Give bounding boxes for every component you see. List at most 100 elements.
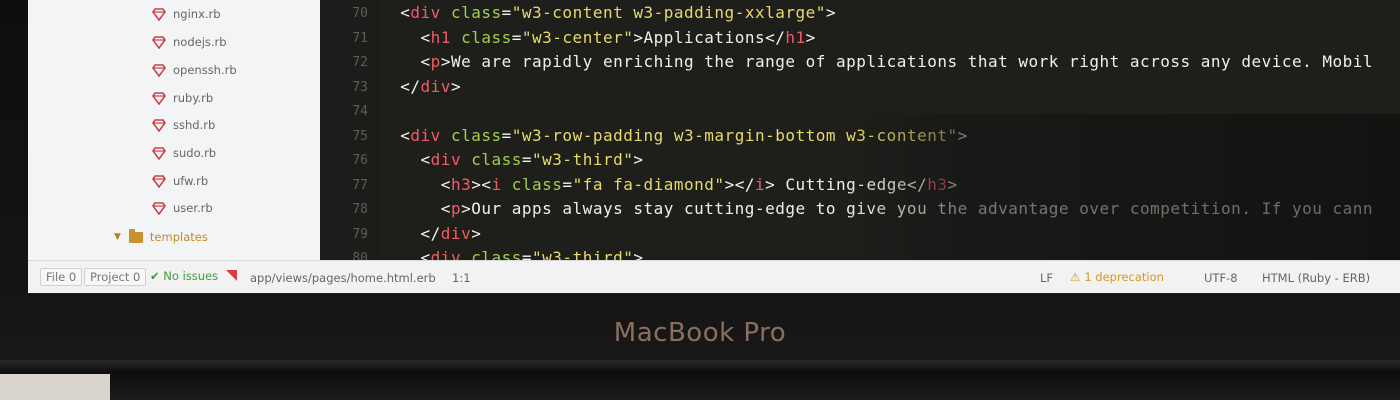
grammar-selector[interactable]: HTML (Ruby - ERB) xyxy=(1262,270,1370,286)
file-path[interactable]: app/views/pages/home.html.erb xyxy=(250,270,436,286)
desk-surface xyxy=(0,374,110,400)
code-token-punct: </ xyxy=(765,27,786,47)
tree-item-label: ruby.rb xyxy=(173,91,214,105)
tree-item-file[interactable]: ruby.rb xyxy=(152,87,213,109)
tree-item-file[interactable]: openssh.rb xyxy=(152,59,237,81)
tree-item-label: nodejs.rb xyxy=(173,35,227,49)
deprecation-status[interactable]: ⚠ 1 deprecation xyxy=(1070,269,1164,285)
code-token-attr: class xyxy=(471,150,522,169)
folder-icon xyxy=(128,228,143,243)
tree-item-file[interactable]: user.rb xyxy=(152,197,213,219)
code-token-punct xyxy=(441,126,451,145)
encoding[interactable]: UTF-8 xyxy=(1204,270,1238,286)
line-number: 73 xyxy=(352,79,368,95)
line-number: 72 xyxy=(352,55,368,70)
line-ending[interactable]: LF xyxy=(1040,270,1053,286)
code-token-punct: ></ xyxy=(724,174,755,194)
code-token-tag: div xyxy=(410,3,441,22)
line-number: 79 xyxy=(352,226,368,242)
code-token-tag: i xyxy=(491,174,502,194)
line-number: 78 xyxy=(352,202,368,217)
code-line[interactable]: <p>Our apps always stay cutting-edge to … xyxy=(380,199,1373,218)
code-token-text: Our apps always stay cutting-edge to giv… xyxy=(471,199,1374,218)
code-token-punct: = xyxy=(501,3,512,22)
code-token-punct: < xyxy=(420,27,431,47)
code-token-punct: > xyxy=(633,27,644,47)
code-token-str: "w3-third" xyxy=(532,248,634,260)
code-token-tag: h1 xyxy=(785,27,806,47)
code-editor[interactable]: <div class="w3-content w3-padding-xxlarg… xyxy=(380,0,1400,260)
code-token-punct xyxy=(502,175,512,194)
code-token-attr: class xyxy=(471,248,522,260)
code-token-punct: > xyxy=(450,76,462,96)
code-token-punct: < xyxy=(440,199,451,218)
code-token-punct: > xyxy=(957,125,968,145)
check-icon: ✔ xyxy=(150,269,164,283)
code-line[interactable]: <div class="w3-third"> xyxy=(380,248,644,260)
tree-item-file[interactable]: nodejs.rb xyxy=(152,31,227,53)
code-token-punct: < xyxy=(420,150,431,169)
code-token-punct xyxy=(461,248,471,260)
project-issues-button[interactable]: Project 0 xyxy=(84,268,147,286)
code-token-punct: < xyxy=(440,174,451,194)
code-token-tag: div xyxy=(420,76,451,96)
code-token-punct xyxy=(441,3,451,22)
code-line[interactable]: <div class="w3-third"> xyxy=(380,150,644,169)
line-number: 75 xyxy=(352,128,368,144)
code-token-str: "w3-center" xyxy=(521,27,634,47)
file-issues-button[interactable]: File 0 xyxy=(40,268,83,286)
code-token-punct: </ xyxy=(906,174,928,194)
code-token-tag: div xyxy=(430,248,462,260)
tree-item-label: sshd.rb xyxy=(173,118,216,132)
code-token-str: "w3-row-padding w3-margin-bottom w3-cont… xyxy=(511,125,958,145)
device-brand-label: MacBook Pro xyxy=(613,318,787,348)
code-token-punct: > xyxy=(765,174,786,194)
cursor-position[interactable]: 1:1 xyxy=(452,270,471,286)
tree-item-file[interactable]: nginx.rb xyxy=(152,3,221,25)
code-line[interactable]: <div class="w3-content w3-padding-xxlarg… xyxy=(380,3,836,22)
code-token-punct: = xyxy=(511,27,522,47)
tree-item-label: nginx.rb xyxy=(173,7,221,21)
code-token-punct: > xyxy=(440,52,451,71)
ruby-icon xyxy=(152,201,166,215)
tree-item-label: user.rb xyxy=(173,201,213,215)
code-token-str: "w3-content w3-padding-xxlarge" xyxy=(511,3,826,22)
code-token-attr: class xyxy=(450,3,502,22)
code-token-punct: < xyxy=(420,248,431,260)
linter-status[interactable]: ✔ No issues xyxy=(150,268,218,284)
code-token-punct: < xyxy=(400,3,411,22)
tree-item-file[interactable]: sudo.rb xyxy=(152,142,216,164)
code-line[interactable]: </div> xyxy=(380,77,461,96)
ruby-icon xyxy=(152,91,166,105)
ruby-icon xyxy=(152,118,166,132)
tree-item-label: sudo.rb xyxy=(173,146,217,160)
ruby-icon xyxy=(152,35,166,49)
code-line[interactable]: </div> xyxy=(380,224,481,243)
linter-flag-icon[interactable] xyxy=(226,270,237,281)
status-bar: File 0 Project 0 ✔ No issues app/views/p… xyxy=(28,260,1400,293)
code-token-punct: > xyxy=(825,3,837,22)
code-line[interactable]: <h3><i class="fa fa-diamond"></i> Cuttin… xyxy=(380,175,958,194)
code-token-punct: >< xyxy=(471,174,492,194)
code-token-tag: i xyxy=(754,174,766,194)
code-line[interactable]: <p>We are rapidly enriching the range of… xyxy=(380,52,1373,71)
tree-view: nginx.rb nodejs.rb openssh.rb ruby.rb ss… xyxy=(28,0,321,260)
tree-item-file[interactable]: sshd.rb xyxy=(152,114,215,136)
line-number: 70 xyxy=(352,6,368,21)
code-line[interactable]: <h1 class="w3-center">Applications</h1> xyxy=(380,28,816,47)
code-token-attr: class xyxy=(511,174,563,194)
editor-window: nginx.rb nodejs.rb openssh.rb ruby.rb ss… xyxy=(28,0,1400,294)
code-token-tag: div xyxy=(410,125,441,145)
tree-item-file[interactable]: ufw.rb xyxy=(152,170,208,192)
code-token-str: "fa fa-diamond" xyxy=(572,174,725,194)
deprecation-label: 1 deprecation xyxy=(1084,270,1164,284)
code-line[interactable]: <div class="w3-row-padding w3-margin-bot… xyxy=(380,126,968,145)
warning-icon: ⚠ xyxy=(1070,270,1081,284)
code-token-tag: h3 xyxy=(927,174,948,194)
tree-folder-templates[interactable]: ▼ templates xyxy=(114,226,208,248)
